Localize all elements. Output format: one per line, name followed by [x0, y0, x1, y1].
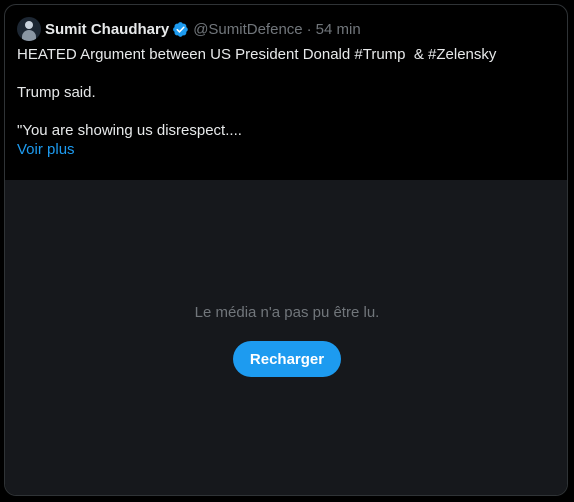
- author-handle[interactable]: @SumitDefence: [193, 21, 302, 38]
- reload-button[interactable]: Recharger: [233, 341, 341, 377]
- tweet-header: Sumit Chaudhary @SumitDefence · 54 min: [17, 17, 361, 41]
- tweet-text: HEATED Argument between US President Don…: [17, 45, 557, 159]
- show-more-link[interactable]: Voir plus: [17, 140, 75, 159]
- verified-badge-icon: [173, 21, 188, 37]
- avatar-body: [22, 30, 36, 41]
- tweet-text-line: HEATED Argument between US President Don…: [17, 46, 497, 63]
- tweet-text-line: Trump said.: [17, 84, 96, 101]
- avatar[interactable]: [17, 17, 41, 41]
- author-name[interactable]: Sumit Chaudhary: [45, 21, 169, 38]
- media-error-message: Le média n'a pas pu être lu.: [194, 304, 380, 321]
- separator-dot: ·: [306, 20, 312, 38]
- tweet-card[interactable]: Sumit Chaudhary @SumitDefence · 54 min H…: [4, 4, 568, 496]
- tweet-text-line: "You are showing us disrespect....: [17, 122, 242, 139]
- avatar-head: [25, 21, 33, 29]
- tweet-timestamp[interactable]: 54 min: [316, 21, 361, 38]
- media-container: Le média n'a pas pu être lu. Recharger: [5, 180, 567, 495]
